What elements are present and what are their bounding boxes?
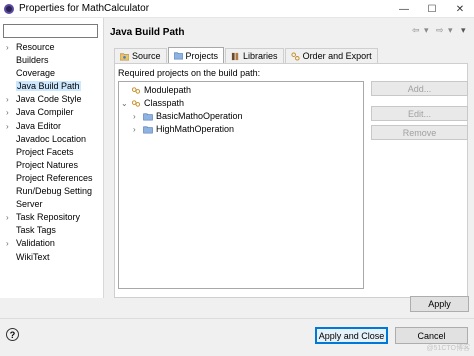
sidebar-item-label: Task Repository bbox=[16, 212, 81, 223]
tree-item-project[interactable]: › HighMathOperation bbox=[133, 123, 234, 136]
sidebar-item-label: Builders bbox=[16, 55, 49, 66]
minimize-button[interactable]: — bbox=[390, 0, 418, 18]
footer-separator bbox=[0, 318, 474, 319]
back-menu-icon[interactable]: ▾ bbox=[424, 25, 429, 36]
tab-source-label: Source bbox=[132, 51, 161, 61]
sidebar-item[interactable]: › Java Compiler bbox=[0, 106, 104, 119]
expanded-chevron-icon[interactable]: ⌄ bbox=[121, 97, 131, 110]
tree-item-modulepath[interactable]: Modulepath bbox=[121, 84, 191, 97]
sidebar-item[interactable]: › Task Repository bbox=[0, 211, 104, 224]
sidebar-item[interactable]: › Java Code Style bbox=[0, 93, 104, 106]
help-icon[interactable]: ? bbox=[6, 328, 19, 341]
project-folder-icon bbox=[143, 113, 153, 121]
filter-input[interactable] bbox=[3, 24, 98, 38]
expand-chevron-icon[interactable]: › bbox=[6, 120, 9, 133]
title-bar: Properties for MathCalculator — ☐ ✕ bbox=[0, 0, 474, 18]
forward-menu-icon[interactable]: ▾ bbox=[448, 25, 453, 36]
source-folder-icon bbox=[120, 53, 129, 60]
sidebar-item[interactable]: Builders bbox=[0, 54, 104, 67]
sidebar: › Resource Builders Coverage Java Build Path… bbox=[0, 18, 104, 298]
tab-projects-label: Projects bbox=[185, 50, 219, 61]
sidebar-item[interactable]: › Resource bbox=[0, 41, 104, 54]
sidebar-item-label: WikiText bbox=[16, 251, 50, 262]
sidebar-item[interactable]: Javadoc Location bbox=[0, 133, 104, 146]
project-tree[interactable]: Modulepath ⌄ Classpath › BasicMathoOpera… bbox=[118, 81, 364, 289]
sidebar-item[interactable]: Project Facets bbox=[0, 146, 104, 159]
forward-arrow-icon[interactable]: ⇨ bbox=[436, 25, 444, 36]
sidebar-item-label: Task Tags bbox=[16, 225, 56, 236]
sidebar-item[interactable]: Coverage bbox=[0, 67, 104, 80]
sidebar-item-label: Coverage bbox=[16, 68, 56, 79]
sidebar-item-label: Resource bbox=[16, 42, 55, 52]
sidebar-item-label: Java Code Style bbox=[16, 94, 82, 105]
tab-order-export-label: Order and Export bbox=[302, 51, 372, 61]
sidebar-item-label: Javadoc Location bbox=[16, 133, 87, 144]
order-export-icon bbox=[291, 51, 300, 61]
tab-bar: Source Projects Libraries Order and Expo… bbox=[114, 47, 379, 63]
maximize-button[interactable]: ☐ bbox=[418, 0, 446, 18]
tab-projects[interactable]: Projects bbox=[167, 47, 225, 63]
sidebar-item[interactable]: › Java Editor bbox=[0, 120, 104, 133]
expand-chevron-icon[interactable]: › bbox=[6, 211, 9, 224]
sidebar-item[interactable]: Java Build Path bbox=[0, 80, 104, 93]
close-button[interactable]: ✕ bbox=[446, 0, 474, 18]
tree-label-project: HighMathOperation bbox=[156, 124, 235, 134]
sidebar-item-label: Java Editor bbox=[16, 120, 62, 131]
sidebar-item-label: Project Natures bbox=[16, 159, 79, 170]
expand-chevron-icon[interactable]: › bbox=[6, 106, 9, 119]
tree-label-classpath: Classpath bbox=[144, 98, 185, 108]
expand-chevron-icon[interactable]: › bbox=[6, 237, 9, 250]
tab-libraries[interactable]: Libraries bbox=[225, 48, 284, 63]
tree-label-modulepath: Modulepath bbox=[144, 85, 192, 95]
eclipse-icon bbox=[4, 3, 14, 14]
main-content: Java Build Path ⇦ ▾ ⇨ ▾ ▾ Source Project… bbox=[108, 18, 474, 298]
sidebar-item-label: Project Facets bbox=[16, 146, 74, 157]
sidebar-item-label: Server bbox=[16, 199, 43, 210]
sidebar-item-label: Run/Debug Setting bbox=[16, 186, 93, 197]
tab-order-export[interactable]: Order and Export bbox=[284, 48, 378, 63]
sidebar-item[interactable]: Task Tags bbox=[0, 224, 104, 237]
sidebar-item[interactable]: WikiText bbox=[0, 251, 104, 264]
required-projects-label: Required projects on the build path: bbox=[118, 68, 261, 78]
tab-source[interactable]: Source bbox=[114, 48, 167, 63]
sidebar-item[interactable]: Project Natures bbox=[0, 159, 104, 172]
sidebar-item-label: Project References bbox=[16, 172, 93, 183]
projects-panel: Required projects on the build path: Mod… bbox=[114, 63, 468, 298]
remove-button[interactable]: Remove bbox=[371, 125, 468, 140]
sidebar-tree: › Resource Builders Coverage Java Build Path… bbox=[0, 41, 104, 264]
projects-icon bbox=[173, 52, 183, 60]
watermark: @51CTO博客 bbox=[426, 345, 470, 352]
collapsed-chevron-icon[interactable]: › bbox=[133, 110, 143, 123]
sidebar-item-label: Java Compiler bbox=[16, 107, 74, 118]
collapsed-chevron-icon[interactable]: › bbox=[133, 123, 143, 136]
modulepath-icon bbox=[131, 87, 141, 94]
page-title: Java Build Path bbox=[110, 27, 185, 38]
libraries-icon bbox=[231, 52, 239, 60]
back-arrow-icon[interactable]: ⇦ bbox=[412, 25, 420, 36]
sidebar-item[interactable]: Run/Debug Setting bbox=[0, 185, 104, 198]
apply-and-close-button[interactable]: Apply and Close bbox=[315, 327, 388, 344]
cancel-button[interactable]: Cancel bbox=[395, 327, 468, 344]
edit-button[interactable]: Edit... bbox=[371, 106, 468, 121]
tab-libraries-label: Libraries bbox=[243, 51, 278, 61]
tree-item-classpath[interactable]: ⌄ Classpath bbox=[121, 97, 184, 110]
classpath-icon bbox=[131, 100, 141, 107]
sidebar-item[interactable]: › Validation bbox=[0, 237, 104, 250]
apply-button[interactable]: Apply bbox=[410, 296, 469, 312]
project-folder-icon bbox=[143, 126, 153, 134]
tree-label-project: BasicMathoOperation bbox=[156, 111, 243, 121]
sidebar-item-label: Validation bbox=[16, 238, 55, 249]
sidebar-item-label: Java Build Path bbox=[16, 81, 81, 92]
tree-item-project[interactable]: › BasicMathoOperation bbox=[133, 110, 243, 123]
add-button[interactable]: Add... bbox=[371, 81, 468, 96]
sidebar-item[interactable]: Project References bbox=[0, 172, 104, 185]
expand-chevron-icon[interactable]: › bbox=[6, 93, 9, 106]
expand-chevron-icon[interactable]: › bbox=[6, 41, 9, 54]
view-menu-icon[interactable]: ▾ bbox=[461, 25, 466, 36]
window-title: Properties for MathCalculator bbox=[19, 3, 150, 14]
sidebar-item[interactable]: Server bbox=[0, 198, 104, 211]
